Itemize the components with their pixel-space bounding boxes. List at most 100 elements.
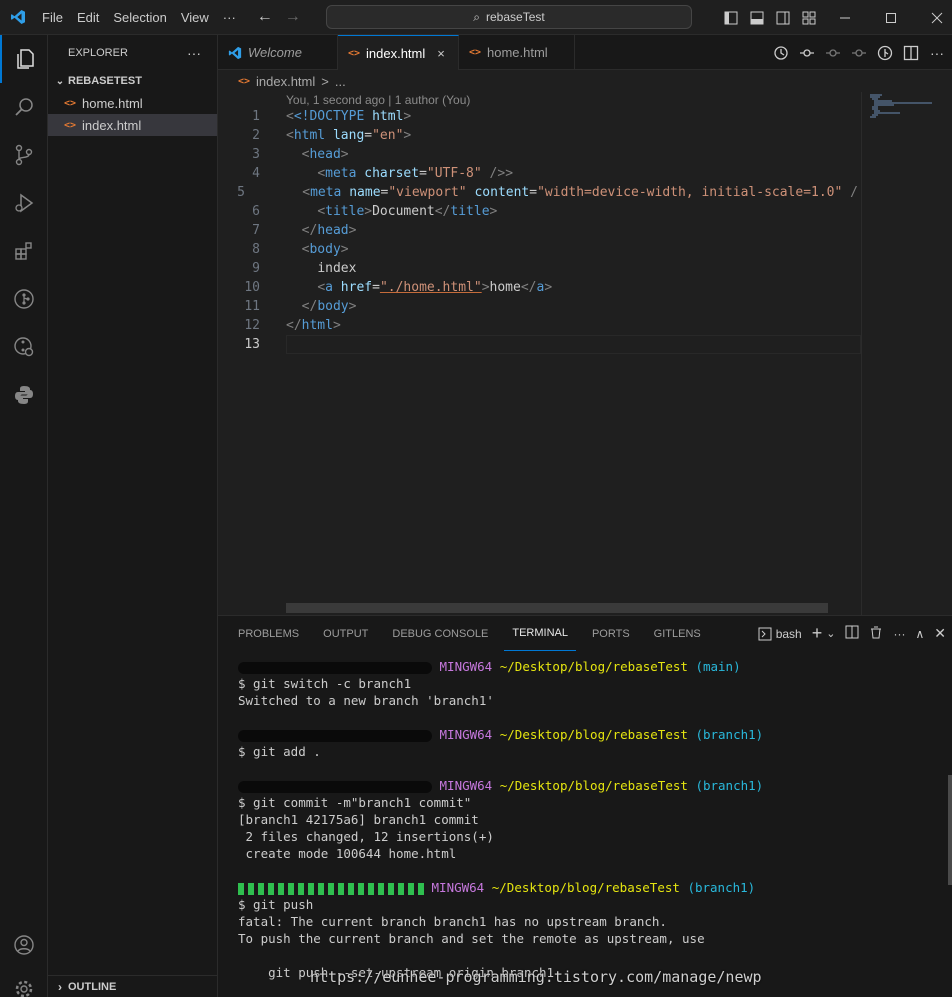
tab-output[interactable]: OUTPUT [315, 616, 376, 651]
horizontal-scrollbar[interactable] [286, 603, 828, 613]
close-panel-icon[interactable]: ✕ [934, 625, 946, 642]
terminal-prompt: MINGW64 ~/Desktop/blog/rebaseTest (main) [238, 658, 938, 675]
editor-area: Welcome <> index.html × <> home.html ···… [218, 35, 952, 615]
terminal-line: $ git add . [238, 744, 321, 759]
code-line: 1 <<!DOCTYPE html> [218, 107, 858, 126]
explorer-title: EXPLORER [68, 46, 128, 59]
terminal-line: To push the current branch and set the r… [238, 931, 705, 946]
code-line: 8 <body> [218, 240, 858, 259]
redacted-user [238, 882, 424, 895]
line-number: 5 [237, 185, 245, 200]
maximize-icon[interactable] [868, 0, 914, 35]
breadcrumb-rest[interactable]: ... [335, 74, 346, 89]
new-terminal-plus-icon[interactable]: + [812, 623, 823, 644]
more-actions-icon[interactable]: ··· [928, 44, 946, 62]
tab-index-html[interactable]: <> index.html × [338, 35, 459, 70]
file-label: index.html [82, 117, 142, 133]
customize-layout-icon[interactable] [796, 0, 822, 35]
split-terminal-icon[interactable] [845, 625, 859, 642]
tab-label: index.html [366, 45, 426, 61]
search-label: rebaseTest [486, 10, 545, 24]
explorer-sidebar: EXPLORER ··· ⌄ REBASETEST <> home.html <… [48, 35, 218, 997]
tab-terminal[interactable]: TERMINAL [504, 616, 576, 651]
terminal-prompt: MINGW64 ~/Desktop/blog/rebaseTest (branc… [238, 726, 938, 743]
source-control-icon[interactable] [0, 131, 48, 179]
timeline-history-icon[interactable] [772, 44, 790, 62]
line-number: 13 [244, 337, 260, 352]
next-revision-icon[interactable] [850, 44, 868, 62]
file-label: home.html [82, 95, 143, 111]
code-line: 11 </body> [218, 297, 858, 316]
kill-terminal-trash-icon[interactable] [869, 625, 883, 642]
menu-file[interactable]: File [35, 10, 70, 25]
menu-view[interactable]: View [174, 10, 216, 25]
search-activity-icon[interactable] [0, 83, 48, 131]
tab-ports[interactable]: PORTS [584, 616, 638, 651]
vscode-logo-icon [0, 0, 35, 35]
minimap[interactable] [861, 92, 952, 615]
close-tab-icon[interactable]: × [437, 46, 445, 61]
more-icon[interactable]: ··· [893, 627, 905, 641]
previous-revision-icon[interactable] [824, 44, 842, 62]
tab-debug-console[interactable]: DEBUG CONSOLE [384, 616, 496, 651]
html-file-icon: <> [469, 47, 482, 58]
terminal-line: [branch1 42175a6] branch1 commit [238, 812, 479, 827]
gitlens-icon[interactable] [0, 275, 48, 323]
terminal-output[interactable]: MINGW64 ~/Desktop/blog/rebaseTest (main)… [238, 658, 938, 981]
extensions-icon[interactable] [0, 227, 48, 275]
command-center-search[interactable]: ⌕ rebaseTest [326, 5, 692, 29]
explorer-icon[interactable] [0, 35, 48, 83]
outline-section[interactable]: › OUTLINE [48, 975, 218, 997]
maximize-panel-icon[interactable]: ∧ [915, 627, 924, 641]
python-icon[interactable] [0, 371, 48, 419]
terminal-icon [758, 627, 772, 640]
breadcrumb: <> index.html > ... [218, 70, 952, 92]
file-item-home[interactable]: <> home.html [48, 92, 217, 114]
close-window-icon[interactable] [914, 0, 952, 35]
file-item-index[interactable]: <> index.html [48, 114, 217, 136]
split-editor-icon[interactable] [902, 44, 920, 62]
tab-label: home.html [487, 45, 548, 60]
tab-label: Welcome [248, 45, 302, 60]
breadcrumb-file[interactable]: index.html [256, 74, 315, 89]
terminal-line: fatal: The current branch branch1 has no… [238, 914, 667, 929]
chevron-down-icon[interactable]: ⌄ [826, 627, 835, 640]
menu-edit[interactable]: Edit [70, 10, 106, 25]
menu-more[interactable]: ··· [216, 10, 243, 25]
back-arrow-icon[interactable]: ← [257, 8, 273, 26]
code-editor[interactable]: 1 <<!DOCTYPE html> 2 <html lang="en"> 3 <h… [218, 107, 861, 354]
code-line: 2 <html lang="en"> [218, 126, 858, 145]
forward-arrow-icon[interactable]: → [285, 8, 301, 26]
terminal-line: create mode 100644 home.html [238, 846, 457, 861]
run-debug-icon[interactable] [0, 179, 48, 227]
explorer-more-icon[interactable]: ··· [187, 45, 201, 61]
tab-problems[interactable]: PROBLEMS [230, 616, 307, 651]
tab-home-html[interactable]: <> home.html [459, 35, 575, 70]
accounts-icon[interactable] [0, 921, 48, 969]
terminal-shell-selector[interactable]: bash [758, 627, 802, 641]
tab-gitlens[interactable]: GITLENS [646, 616, 709, 651]
menu-selection[interactable]: Selection [106, 10, 173, 25]
terminal-scrollbar[interactable] [948, 775, 952, 885]
html-file-icon: <> [238, 75, 251, 87]
manage-gear-icon[interactable] [0, 965, 48, 997]
terminal-line: $ git commit -m"branch1 commit" [238, 795, 472, 810]
tab-welcome[interactable]: Welcome [218, 35, 338, 70]
toggle-panel-icon[interactable] [744, 0, 770, 35]
html-file-icon: <> [64, 119, 77, 131]
chevron-down-icon: ⌄ [55, 75, 65, 87]
watermark: https://eunhee-programming.tistory.com/m… [310, 968, 762, 986]
toggle-primary-sidebar-icon[interactable] [718, 0, 744, 35]
terminal-prompt: MINGW64 ~/Desktop/blog/rebaseTest (branc… [238, 777, 938, 794]
code-line-current: 13 [218, 335, 861, 354]
code-line: 4 <meta charset="UTF-8" />> [218, 164, 858, 183]
git-blame-codelens[interactable]: You, 1 second ago | 1 author (You) [286, 93, 470, 107]
open-changes-icon[interactable] [798, 44, 816, 62]
code-line: 5 <meta name="viewport" content="width=d… [218, 183, 858, 202]
folder-header[interactable]: ⌄ REBASETEST [48, 70, 217, 92]
toggle-secondary-sidebar-icon[interactable] [770, 0, 796, 35]
gitlens-inspect-icon[interactable] [0, 323, 48, 371]
code-line: 12 </html> [218, 316, 858, 335]
gitlens-commit-icon[interactable] [876, 44, 894, 62]
minimize-icon[interactable] [822, 0, 868, 35]
